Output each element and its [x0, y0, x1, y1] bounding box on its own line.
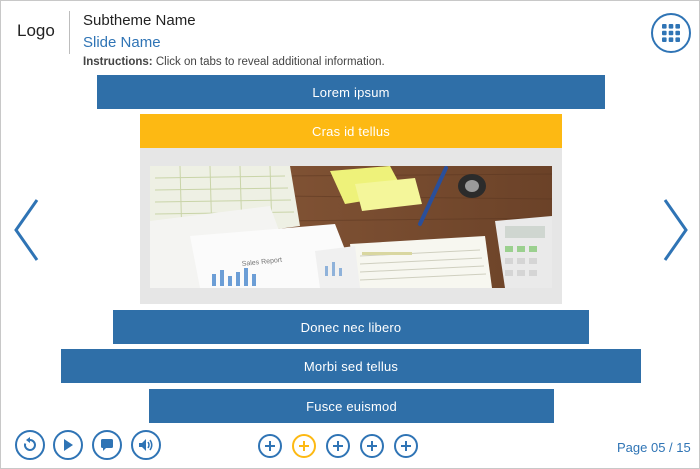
chevron-left-icon: [14, 199, 39, 261]
instructions-text: Click on tabs to reveal additional infor…: [152, 56, 385, 68]
transcript-button[interactable]: [92, 430, 122, 460]
prev-slide-button[interactable]: [11, 197, 41, 263]
tab-content-panel: Sales Report: [140, 148, 562, 304]
replay-icon: [23, 437, 36, 451]
audio-button[interactable]: [131, 430, 161, 460]
audio-icon: [139, 439, 153, 451]
tab-lorem-ipsum[interactable]: Lorem ipsum: [97, 75, 605, 109]
page-counter: Page 05 / 15: [617, 440, 691, 455]
plus-icon: [333, 441, 343, 451]
chevron-right-icon: [663, 199, 688, 261]
slide-title: Slide Name: [83, 34, 161, 51]
play-button[interactable]: [53, 430, 83, 460]
header-divider: [69, 11, 70, 54]
desk-documents-image: Sales Report: [150, 166, 552, 288]
grid-icon: [662, 24, 680, 42]
plus-icon: [265, 441, 275, 451]
next-slide-button[interactable]: [661, 197, 691, 263]
instructions: Instructions: Click on tabs to reveal ad…: [83, 56, 385, 68]
tab-morbi-sed-tellus[interactable]: Morbi sed tellus: [61, 349, 641, 383]
page-dot-1[interactable]: [258, 434, 282, 458]
plus-icon: [299, 441, 309, 451]
replay-button[interactable]: [15, 430, 45, 460]
slide-frame: Logo Subtheme Name Slide Name Instructio…: [0, 0, 700, 469]
subtheme-title: Subtheme Name: [83, 12, 196, 29]
page-dot-3[interactable]: [326, 434, 350, 458]
tab-cras-id-tellus[interactable]: Cras id tellus: [140, 114, 562, 148]
chat-icon: [101, 439, 113, 451]
tab-donec-nec-libero[interactable]: Donec nec libero: [113, 310, 589, 344]
page-dot-5[interactable]: [394, 434, 418, 458]
page-dot-2[interactable]: [292, 434, 316, 458]
plus-icon: [401, 441, 411, 451]
logo: Logo: [17, 21, 55, 40]
menu-button[interactable]: [651, 13, 691, 53]
page-dot-4[interactable]: [360, 434, 384, 458]
tab-fusce-euismod[interactable]: Fusce euismod: [149, 389, 554, 423]
play-icon: [64, 439, 73, 451]
instructions-label: Instructions:: [83, 56, 153, 68]
plus-icon: [367, 441, 377, 451]
